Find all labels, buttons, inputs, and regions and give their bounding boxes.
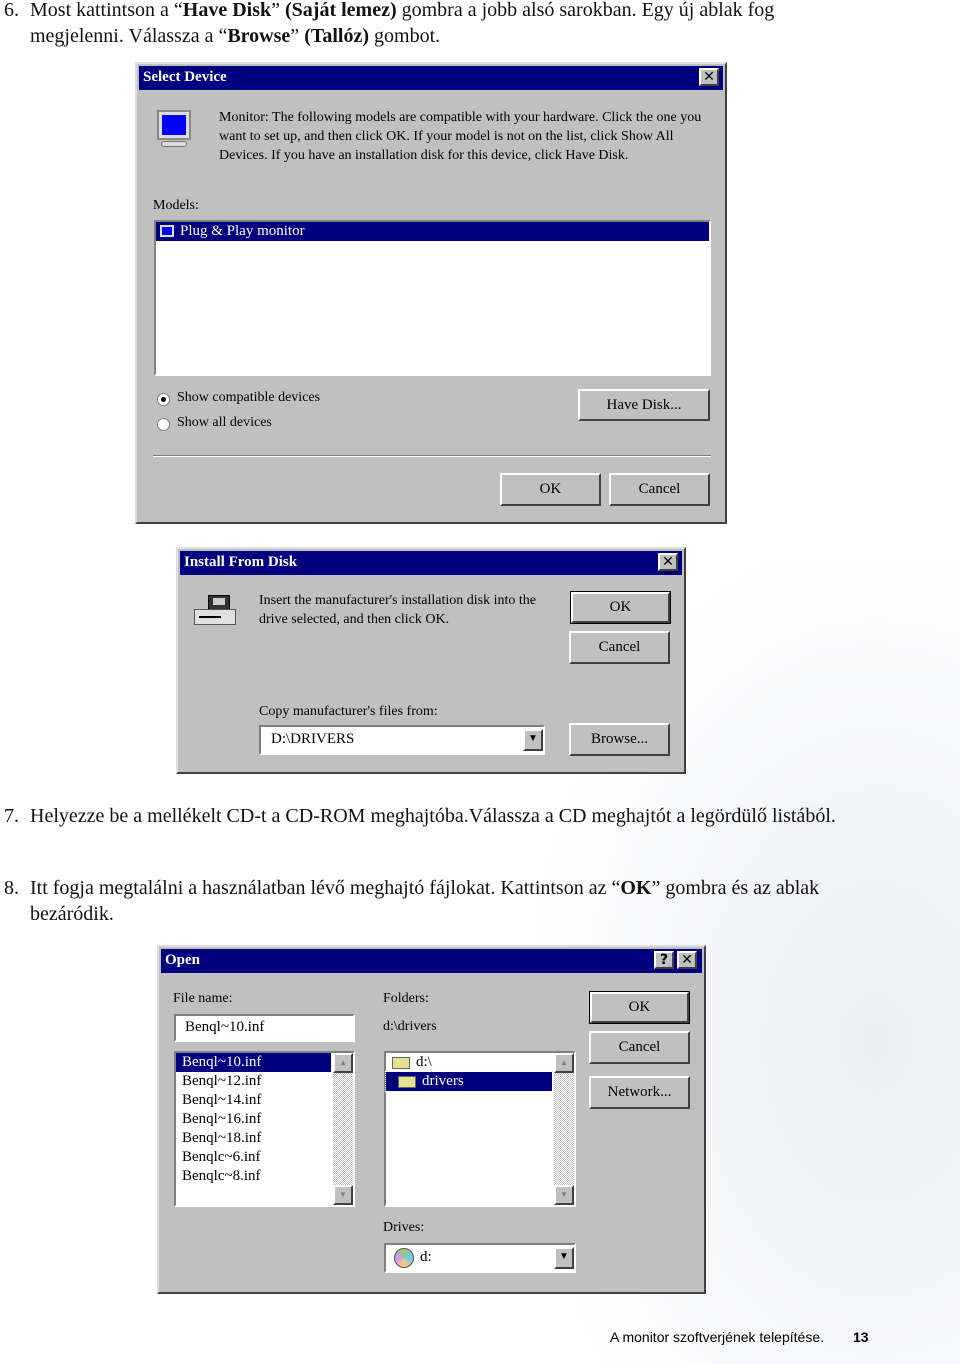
file-item[interactable]: Benql~12.inf	[176, 1072, 331, 1091]
file-name-label: File name:	[173, 991, 233, 1006]
scroll-down-icon[interactable]: ▼	[333, 1185, 353, 1205]
open-folder-icon	[392, 1057, 410, 1069]
models-label: Models:	[153, 198, 199, 213]
file-list[interactable]: Benql~10.inf Benql~12.inf Benql~14.inf Benq…	[174, 1051, 355, 1207]
step-number: 8.	[4, 877, 19, 899]
ok-button[interactable]: OK	[589, 991, 690, 1024]
current-folder: d:\drivers	[383, 1019, 437, 1034]
folder-item[interactable]: d:\	[386, 1053, 574, 1072]
radio-label: Show compatible devices	[177, 390, 321, 405]
monitor-icon	[160, 225, 174, 237]
close-icon[interactable]: ✕	[677, 951, 697, 969]
file-name-value: Benql~10.inf	[185, 1019, 265, 1035]
step-text: Itt fogja megtalálni a használatban lévő…	[30, 877, 820, 925]
cancel-button[interactable]: Cancel	[589, 1031, 690, 1064]
instruction-text: Insert the manufacturer's installation d…	[259, 593, 537, 627]
select-device-dialog: Select Device ✕ Monitor: The following m…	[135, 62, 727, 524]
dropdown-arrow-icon[interactable]: ▼	[554, 1247, 574, 1269]
drive-value: d:	[420, 1249, 432, 1265]
instruction-text: Monitor: The following models are compat…	[219, 110, 702, 163]
step-number: 6.	[4, 0, 19, 21]
scroll-down-icon[interactable]: ▼	[554, 1185, 574, 1205]
cd-drive-icon	[394, 1248, 414, 1268]
close-icon[interactable]: ✕	[658, 553, 678, 571]
step-number: 7.	[4, 805, 19, 827]
path-combobox[interactable]: D:\DRIVERS ▼	[259, 725, 545, 755]
monitor-icon	[157, 110, 193, 150]
radio-show-compatible[interactable]	[157, 393, 170, 406]
cancel-button[interactable]: Cancel	[569, 631, 670, 664]
scroll-up-icon[interactable]: ▲	[333, 1053, 353, 1073]
scrollbar[interactable]: ▲ ▼	[554, 1053, 574, 1205]
open-dialog: Open ? ✕ File name: Benql~10.inf Benql~1…	[157, 945, 706, 1294]
model-name: Plug & Play monitor	[180, 223, 305, 239]
scrollbar[interactable]: ▲ ▼	[333, 1053, 353, 1205]
file-item[interactable]: Benql~18.inf	[176, 1129, 331, 1148]
drives-label: Drives:	[383, 1220, 425, 1235]
install-from-disk-dialog: Install From Disk ✕ Insert the manufactu…	[176, 547, 686, 774]
close-icon[interactable]: ✕	[699, 68, 719, 86]
file-item[interactable]: Benql~16.inf	[176, 1110, 331, 1129]
browse-button[interactable]: Browse...	[569, 723, 670, 756]
page-number: 13	[853, 1329, 869, 1345]
dialog-title: Install From Disk	[184, 554, 298, 570]
help-icon[interactable]: ?	[654, 951, 674, 969]
step-text: Helyezze be a mellékelt CD-t a CD-ROM me…	[30, 805, 836, 827]
folder-name: d:\	[416, 1054, 432, 1070]
file-item[interactable]: Benql~10.inf	[176, 1053, 331, 1072]
title-bar: Open	[161, 949, 702, 973]
scroll-up-icon[interactable]: ▲	[554, 1053, 574, 1073]
divider	[153, 455, 711, 457]
models-list[interactable]: Plug & Play monitor	[154, 220, 711, 376]
file-item[interactable]: Benqlc~6.inf	[176, 1148, 331, 1167]
copy-from-label: Copy manufacturer's files from:	[259, 704, 438, 719]
dialog-title: Open	[165, 952, 201, 968]
path-value: D:\DRIVERS	[271, 731, 355, 747]
step-text: Most kattintson a “Have Disk” (Saját lem…	[30, 0, 775, 47]
ok-button[interactable]: OK	[500, 473, 601, 506]
file-item[interactable]: Benql~14.inf	[176, 1091, 331, 1110]
dropdown-arrow-icon[interactable]: ▼	[523, 729, 543, 751]
folder-list[interactable]: d:\ drivers ▲ ▼	[384, 1051, 576, 1207]
file-item[interactable]: Benqlc~8.inf	[176, 1167, 331, 1186]
cancel-button[interactable]: Cancel	[609, 473, 710, 506]
open-folder-icon	[398, 1076, 416, 1088]
radio-show-all[interactable]	[157, 418, 170, 431]
folder-item[interactable]: drivers	[385, 1071, 553, 1092]
footer-title: A monitor szoftverjének telepítése.	[610, 1329, 824, 1345]
file-name-input[interactable]: Benql~10.inf	[174, 1014, 355, 1042]
title-bar: Select Device	[139, 66, 723, 90]
radio-label: Show all devices	[177, 415, 272, 430]
have-disk-button[interactable]: Have Disk...	[578, 389, 710, 421]
folder-name: drivers	[422, 1073, 464, 1089]
drives-combobox[interactable]: d: ▼	[384, 1243, 576, 1273]
list-item[interactable]: Plug & Play monitor	[156, 222, 709, 241]
ok-button[interactable]: OK	[570, 591, 671, 624]
dialog-title: Select Device	[143, 69, 227, 85]
network-button[interactable]: Network...	[589, 1076, 690, 1109]
folders-label: Folders:	[383, 991, 429, 1006]
title-bar: Install From Disk	[180, 551, 682, 575]
disk-drive-icon	[194, 595, 236, 629]
